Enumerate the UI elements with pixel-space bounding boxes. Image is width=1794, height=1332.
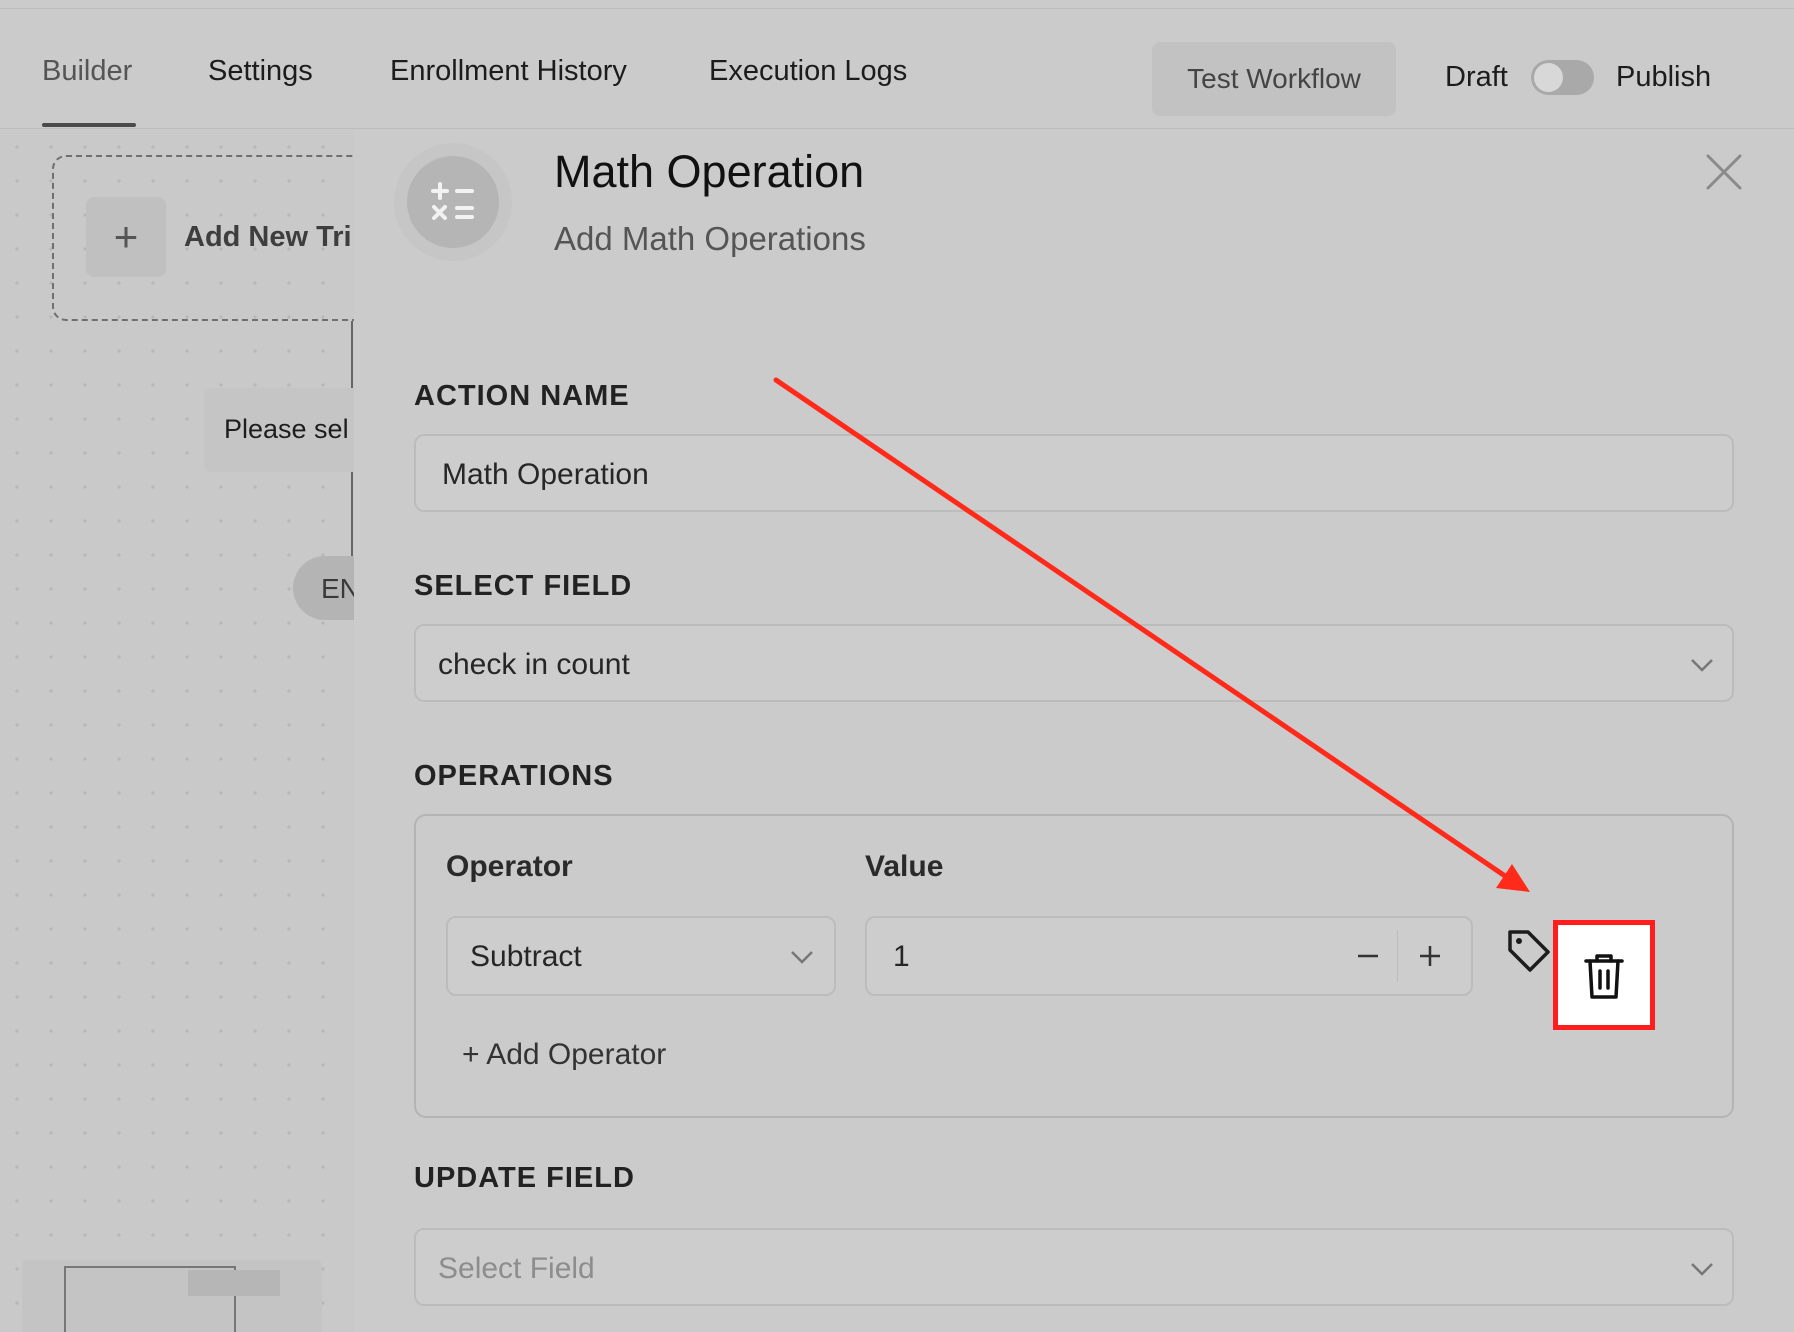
end-node: EN [293,556,354,620]
trash-icon [1582,951,1626,1001]
tag-icon[interactable] [1504,926,1552,974]
toggle-knob [1534,63,1563,92]
tab-enrollment-history[interactable]: Enrollment History [390,55,627,88]
action-name-input[interactable]: Math Operation [414,434,1734,512]
chevron-down-icon [1688,656,1716,674]
publish-label: Publish [1616,61,1712,93]
plus-icon[interactable]: + [86,197,166,277]
select-action-hint[interactable]: Please sel [204,388,354,472]
decrement-button[interactable] [1343,932,1393,980]
operations-label: OPERATIONS [414,760,614,792]
update-field-placeholder: Select Field [438,1252,595,1285]
increment-button[interactable] [1405,932,1455,980]
operator-select[interactable]: Subtract [446,916,836,996]
action-name-label: ACTION NAME [414,380,630,412]
end-node-label: EN [321,573,354,604]
delete-operator-button[interactable] [1553,920,1655,1030]
select-field-dropdown[interactable]: check in count [414,624,1734,702]
workflow-header: Builder Settings Enrollment History Exec… [0,9,1794,129]
panel-subtitle: Add Math Operations [554,220,866,257]
select-field-label: SELECT FIELD [414,570,633,602]
tab-builder[interactable]: Builder [42,55,132,88]
minimap[interactable] [22,1260,322,1332]
chevron-down-icon [788,948,816,966]
operator-header: Operator [446,850,573,883]
value-number: 1 [893,940,910,973]
chevron-down-icon [1688,1260,1716,1278]
publish-toggle[interactable] [1531,60,1594,95]
value-input[interactable]: 1 [865,916,1473,996]
operator-value: Subtract [470,940,582,973]
update-field-dropdown[interactable]: Select Field [414,1228,1734,1306]
action-name-value: Math Operation [442,458,649,491]
add-operator-button[interactable]: + Add Operator [462,1038,666,1072]
value-header: Value [865,850,944,883]
active-tab-indicator [42,123,136,127]
action-icon-container [394,143,512,261]
close-icon[interactable] [1702,150,1746,194]
workflow-canvas[interactable]: + Add New Tri Please sel EN [0,130,354,1332]
select-hint-text: Please sel [224,414,349,444]
operations-box: Operator Value Subtract 1 + Add Operator [414,814,1734,1118]
minimap-node [188,1270,280,1296]
tab-execution-logs[interactable]: Execution Logs [709,55,907,88]
draft-label: Draft [1445,61,1508,93]
action-config-panel: Math Operation Add Math Operations ACTIO… [354,130,1794,1332]
add-trigger-label: Add New Tri [184,221,352,253]
test-workflow-button[interactable]: Test Workflow [1152,42,1396,116]
panel-title: Math Operation [554,146,865,197]
update-field-label: UPDATE FIELD [414,1162,635,1194]
select-field-value: check in count [438,648,630,681]
tab-settings[interactable]: Settings [208,55,313,88]
add-trigger-card[interactable]: + Add New Tri [52,155,354,321]
stepper-divider [1397,930,1398,982]
calculator-icon [407,156,499,248]
